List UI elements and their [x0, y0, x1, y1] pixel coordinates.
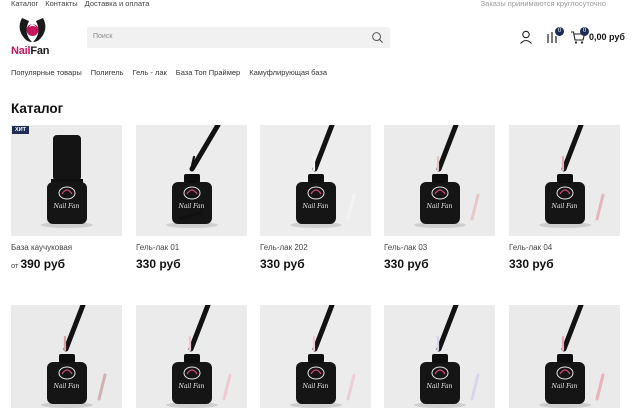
bottle-label: Nail Fan — [426, 383, 453, 390]
product-image[interactable]: Nail Fan — [11, 305, 122, 408]
product-image[interactable]: Nail Fan — [384, 305, 495, 408]
nav-item-base-top-primer[interactable]: База Топ Праймер — [176, 68, 240, 77]
product-card[interactable]: Nail Fan — [509, 305, 620, 408]
bottle-label: Nail Fan — [426, 203, 453, 210]
search-input[interactable]: Поиск — [93, 33, 112, 40]
top-bar: Каталог Контакты Доставка и оплата Заказ… — [0, 0, 640, 10]
nav-item-gel-lak[interactable]: Гель - лак — [133, 68, 167, 77]
product-card[interactable]: Nail Fan Гель-лак 01 330 руб — [136, 125, 247, 271]
product-image[interactable]: Nail Fan — [509, 305, 620, 408]
nav-item-camouflage-base[interactable]: Камуфлирующая база — [249, 68, 327, 77]
category-nav: Популярные товары Полигель Гель - лак Ба… — [11, 68, 327, 77]
bottle-label: Nail Fan — [53, 203, 80, 210]
product-card[interactable]: Nail Fan — [11, 305, 122, 408]
gel-bottle-icon — [41, 135, 93, 228]
logo-text: NailFan — [11, 45, 50, 57]
search-box[interactable]: Поиск — [87, 27, 390, 48]
top-link-contacts[interactable]: Контакты — [45, 0, 77, 8]
gel-bottle-icon — [290, 125, 356, 228]
bottle-label: Nail Fan — [53, 383, 80, 390]
product-name[interactable]: Гель-лак 01 — [136, 243, 247, 252]
product-price: 330 руб — [384, 257, 495, 271]
product-card[interactable]: Nail Fan Гель-лак 03 330 руб — [384, 125, 495, 271]
gel-bottle-icon — [414, 305, 480, 408]
price-value: 330 руб — [509, 257, 554, 271]
product-image[interactable]: Nail Fan — [260, 305, 371, 408]
product-card[interactable]: Nail Fan — [136, 305, 247, 408]
product-price: 330 руб — [136, 257, 247, 271]
product-image[interactable]: Nail Fan — [384, 125, 495, 236]
compare-count-badge: 0 — [555, 27, 564, 36]
product-image[interactable]: Nail Fan — [136, 305, 247, 408]
product-card[interactable]: Nail Fan ХИТ База каучуковая от 390 руб — [11, 125, 122, 271]
product-name[interactable]: База каучуковая — [11, 243, 122, 252]
product-card[interactable]: Nail Fan Гель-лак 04 330 руб — [509, 125, 620, 271]
product-price: 330 руб — [509, 257, 620, 271]
bottle-label: Nail Fan — [551, 203, 578, 210]
search-icon[interactable] — [371, 31, 384, 44]
bottle-label: Nail Fan — [178, 203, 205, 210]
product-price: от 390 руб — [11, 257, 122, 271]
price-value: 330 руб — [384, 257, 429, 271]
price-value: 330 руб — [136, 257, 181, 271]
nav-item-popular[interactable]: Популярные товары — [11, 68, 82, 77]
price-value: 390 руб — [20, 257, 66, 271]
top-links: Каталог Контакты Доставка и оплата — [11, 0, 149, 8]
gel-bottle-icon — [290, 305, 356, 408]
product-card[interactable]: Nail Fan Гель-лак 202 330 руб — [260, 125, 371, 271]
hours-notice: Заказы принимаются круглосуточно — [480, 0, 606, 8]
product-name[interactable]: Гель-лак 03 — [384, 243, 495, 252]
top-link-delivery[interactable]: Доставка и оплата — [85, 0, 150, 8]
hit-badge: ХИТ — [12, 126, 29, 134]
user-icon[interactable] — [518, 29, 534, 45]
bottle-label: Nail Fan — [302, 383, 329, 390]
bottle-label: Nail Fan — [178, 383, 205, 390]
price-value: 330 руб — [260, 257, 305, 271]
nav-item-polygel[interactable]: Полигель — [91, 68, 124, 77]
gel-bottle-icon — [166, 305, 232, 408]
product-image[interactable]: Nail Fan — [509, 125, 620, 236]
product-name[interactable]: Гель-лак 202 — [260, 243, 371, 252]
product-card[interactable]: Nail Fan — [384, 305, 495, 408]
price-from-prefix: от — [11, 261, 19, 270]
product-image[interactable]: Nail Fan — [136, 125, 247, 236]
logo-text-fan: Fan — [30, 45, 50, 57]
top-link-catalog[interactable]: Каталог — [11, 0, 38, 8]
gel-bottle-icon — [41, 305, 107, 408]
product-card[interactable]: Nail Fan — [260, 305, 371, 408]
gel-bottle-icon — [166, 125, 221, 228]
page-title: Каталог — [11, 101, 64, 116]
product-image[interactable]: Nail Fan ХИТ — [11, 125, 122, 236]
bottle-label: Nail Fan — [302, 203, 329, 210]
gel-bottle-icon — [539, 125, 605, 228]
product-image[interactable]: Nail Fan — [260, 125, 371, 236]
gel-bottle-icon — [414, 125, 480, 228]
site-logo[interactable]: NailFan — [11, 15, 61, 59]
gel-bottle-icon — [539, 305, 605, 408]
cart-count-badge: 0 — [580, 27, 589, 36]
bottle-label: Nail Fan — [551, 383, 578, 390]
product-price: 330 руб — [260, 257, 371, 271]
product-name[interactable]: Гель-лак 04 — [509, 243, 620, 252]
logo-text-nail: Nail — [11, 45, 31, 57]
cart-total[interactable]: 0,00 руб — [589, 32, 625, 42]
logo-emblem-icon — [19, 18, 46, 42]
